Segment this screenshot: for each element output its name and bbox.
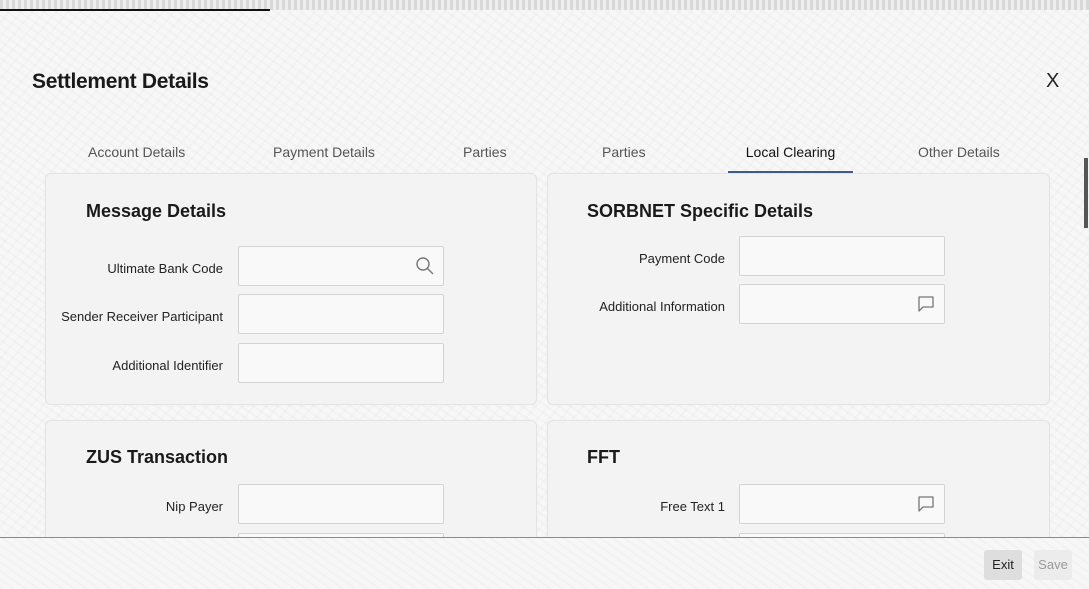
comment-icon[interactable] — [916, 494, 936, 514]
payment-code-input[interactable] — [739, 236, 945, 276]
additional-identifier-input[interactable] — [238, 343, 444, 383]
sender-receiver-participant-input[interactable] — [238, 294, 444, 334]
exit-button[interactable]: Exit — [984, 550, 1022, 580]
dialog-title: Settlement Details — [32, 70, 209, 93]
tab-bar: Account Details Payment Details Parties … — [0, 141, 1089, 173]
sorbnet-details-title: SORBNET Specific Details — [587, 201, 814, 221]
top-banner-underline — [0, 9, 270, 11]
zus-transaction-title: ZUS Transaction — [86, 447, 229, 467]
sorbnet-details-panel: SORBNET Specific Details Payment Code Ad… — [547, 173, 1050, 405]
tab-other-details[interactable]: Other Details — [918, 141, 1000, 171]
payment-code-label: Payment Code — [639, 251, 725, 266]
ultimate-bank-code-input[interactable] — [238, 246, 444, 286]
close-button[interactable]: X — [1046, 70, 1059, 93]
additional-identifier-label: Additional Identifier — [112, 358, 223, 373]
additional-information-label: Additional Information — [599, 299, 725, 314]
tab-payment-details[interactable]: Payment Details — [273, 141, 375, 171]
nip-payer-label: Nip Payer — [165, 499, 223, 514]
footer-bar — [0, 538, 1089, 589]
nip-payer-input[interactable] — [238, 484, 444, 524]
tab-local-clearing[interactable]: Local Clearing — [728, 141, 853, 173]
additional-information-input[interactable] — [739, 284, 945, 324]
free-text-1-label: Free Text 1 — [660, 499, 725, 514]
message-details-title: Message Details — [86, 201, 227, 221]
fft-title: FFT — [587, 447, 620, 467]
comment-icon[interactable] — [916, 294, 936, 314]
save-button[interactable]: Save — [1034, 550, 1072, 580]
message-details-panel: Message Details Ultimate Bank Code Sende… — [45, 173, 537, 405]
scrollbar-thumb[interactable] — [1084, 158, 1088, 228]
free-text-1-input[interactable] — [739, 484, 945, 524]
ultimate-bank-code-label: Ultimate Bank Code — [107, 261, 223, 276]
tab-account-details[interactable]: Account Details — [88, 141, 185, 171]
tab-parties-2[interactable]: Parties — [602, 141, 646, 171]
sender-receiver-participant-label: Sender Receiver Participant — [61, 309, 223, 324]
tab-parties-1[interactable]: Parties — [463, 141, 507, 171]
search-icon[interactable] — [415, 256, 435, 276]
